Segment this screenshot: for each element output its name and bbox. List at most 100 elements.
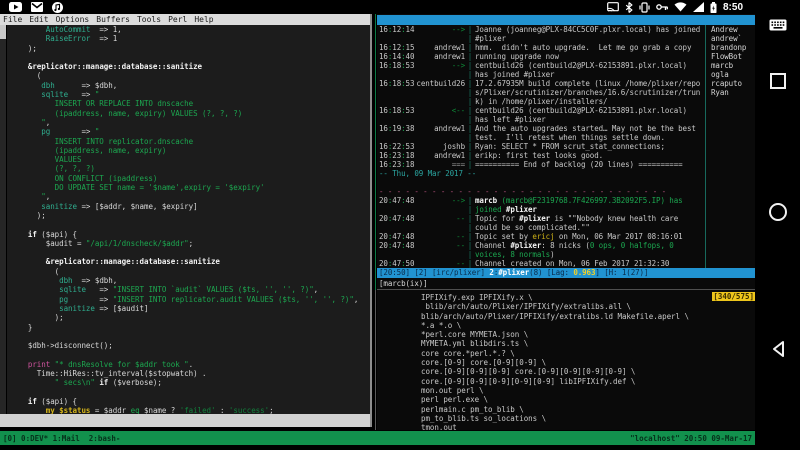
message-timestamp xyxy=(379,223,415,232)
message-text: has joined #plixer xyxy=(475,70,701,79)
column-separator: | xyxy=(465,106,475,115)
message-nick xyxy=(415,115,465,124)
separator-row: - - - - - - - - - - - - - - - - - - - - … xyxy=(379,187,701,196)
irc-row: |s/Plixer/scrutinizer/branches/16.6/scru… xyxy=(379,88,701,97)
message-nick xyxy=(415,70,465,79)
message-nick: -- xyxy=(415,241,465,250)
message-nick: === xyxy=(415,160,465,169)
message-timestamp xyxy=(379,115,415,124)
message-nick xyxy=(415,97,465,106)
message-text: s/Plixer/scrutinizer/branches/16.6/scrut… xyxy=(475,88,701,97)
message-nick: <-- xyxy=(415,106,465,115)
irc-row: 16:12:15andrew1|hmm. didn't auto upgrade… xyxy=(379,43,701,52)
message-nick xyxy=(415,88,465,97)
message-timestamp xyxy=(379,70,415,79)
message-text: And the auto upgrades started… May not b… xyxy=(475,124,701,133)
back-button[interactable] xyxy=(770,340,786,362)
menu-item-edit[interactable]: Edit xyxy=(29,15,48,24)
message-text: centbuild26 (centbuild2@PLX-62153891.plx… xyxy=(475,106,701,115)
irc-input-line[interactable]: [marcb(ix)] xyxy=(379,278,757,289)
irc-pane-left-border xyxy=(375,14,376,290)
tmux-status-bar: [0] 0:DEV* 1:Mail 2:bash- "localhost" 20… xyxy=(0,431,755,445)
code-line: ( xyxy=(10,71,370,80)
code-line: &replicator::manage::database::sanitize xyxy=(10,257,370,266)
emacs-menu-bar: File Edit Options Buffers Tools Perl Help xyxy=(0,14,370,25)
message-nick: -- xyxy=(415,232,465,241)
menu-item-tools[interactable]: Tools xyxy=(137,15,161,24)
column-separator: | xyxy=(465,160,475,169)
code-line: INSERT OR REPLACE INTO dnscache xyxy=(10,99,370,108)
column-separator: | xyxy=(465,214,475,223)
message-nick: --> xyxy=(415,61,465,70)
message-nick: andrew1 xyxy=(415,52,465,61)
irc-row: 16:23:18andrew1|erikp: first test looks … xyxy=(379,151,701,160)
column-separator: | xyxy=(465,241,475,250)
code-line: if ($api) { xyxy=(10,397,370,406)
message-nick xyxy=(415,133,465,142)
menu-item-perl[interactable]: Perl xyxy=(168,15,187,24)
message-timestamp xyxy=(379,97,415,106)
youtube-icon xyxy=(9,2,22,12)
menu-item-options[interactable]: Options xyxy=(56,15,90,24)
code-line: sanitize => [$audit] xyxy=(10,304,370,313)
message-nick: --> xyxy=(415,196,465,205)
emacs-scrollbar[interactable] xyxy=(0,25,7,414)
irssi-pane[interactable]: "Nobody knew health care could be so com… xyxy=(377,14,755,289)
emacs-pane[interactable]: File Edit Options Buffers Tools Perl Help Auto… xyxy=(0,14,370,427)
message-timestamp: 16:19:38 xyxy=(379,124,415,133)
signal-icon xyxy=(693,2,704,12)
recents-button[interactable] xyxy=(769,72,787,94)
message-timestamp: 16:18:53 xyxy=(379,61,415,70)
irc-status-bar: [20:50] [2] [irc/plixer] 2:#plixer(8) [L… xyxy=(377,268,755,278)
message-timestamp: 20:47:48 xyxy=(379,214,415,223)
message-text: voices, 8 normals) xyxy=(475,250,701,259)
message-nick: centbuild26 xyxy=(415,79,465,88)
irc-topic-bar: "Nobody knew health care could be so com… xyxy=(377,15,755,25)
scrollbar-thumb[interactable] xyxy=(0,25,6,39)
message-text: Channel created on Mon, 06 Feb 2017 21:3… xyxy=(475,259,701,268)
message-nick: --> xyxy=(415,25,465,34)
menu-item-buffers[interactable]: Buffers xyxy=(96,15,130,24)
message-timestamp: 16:18:53 xyxy=(379,79,415,88)
message-nick xyxy=(415,34,465,43)
code-line: pg => " xyxy=(10,127,370,136)
column-separator: | xyxy=(465,25,475,34)
notification-icons xyxy=(0,2,63,13)
irc-row: |has joined #plixer xyxy=(379,70,701,79)
home-button[interactable] xyxy=(768,202,788,226)
message-timestamp: 20:47:48 xyxy=(379,196,415,205)
code-line: Time::HiRes::tv_interval($stopwatch) . xyxy=(10,369,370,378)
code-line: " secs\n" if ($verbose); xyxy=(10,378,370,387)
emacs-code-area[interactable]: AutoCommit => 1, RaiseError => 1 ); &rep… xyxy=(10,25,370,414)
code-line: (ipaddress, name, expiry) VALUES (?, ?, … xyxy=(10,109,370,118)
message-timestamp xyxy=(379,205,415,214)
column-separator: | xyxy=(465,250,475,259)
message-text: could be so complicated."" xyxy=(475,223,701,232)
irc-row: |could be so complicated."" xyxy=(379,223,701,232)
column-separator: | xyxy=(465,196,475,205)
android-screen: 8:50 FileEditOptionsBuffersToolsPerlHelp… xyxy=(0,0,800,450)
irc-row: |#plixer xyxy=(379,34,701,43)
column-separator: | xyxy=(465,61,475,70)
keyboard-icon[interactable] xyxy=(769,16,787,35)
code-line xyxy=(10,350,370,359)
message-timestamp xyxy=(379,88,415,97)
emacs-mode-line: -UU-:--0-F1 status.pm 10% L120 SVN-1890 … xyxy=(0,414,370,427)
menu-item-file[interactable]: File xyxy=(3,15,22,24)
blank-row xyxy=(379,178,701,187)
code-line xyxy=(10,220,370,229)
column-separator: | xyxy=(465,115,475,124)
shell-output: IPFIXify.exp IPFIXify.x \ blib/arch/auto… xyxy=(421,293,689,432)
message-timestamp xyxy=(379,34,415,43)
code-line: AutoCommit => 1, xyxy=(10,25,370,34)
irc-row: 20:47:48--|Topic set by ericj on Mon, 06… xyxy=(379,232,701,241)
message-text: centbuild26 (centbuild2@PLX-62153891.plx… xyxy=(475,61,701,70)
music-icon xyxy=(52,2,63,13)
shell-pane[interactable]: [340/575] IPFIXify.exp IPFIXify.x \ blib… xyxy=(377,290,755,430)
nick-item: Andrew xyxy=(711,25,753,34)
message-text: ========== End of backlog (20 lines) ===… xyxy=(475,160,701,169)
code-line xyxy=(10,53,370,62)
menu-item-help[interactable]: Help xyxy=(194,15,213,24)
pane-divider-vertical xyxy=(370,14,372,427)
irc-row: |has left #plixer xyxy=(379,115,701,124)
